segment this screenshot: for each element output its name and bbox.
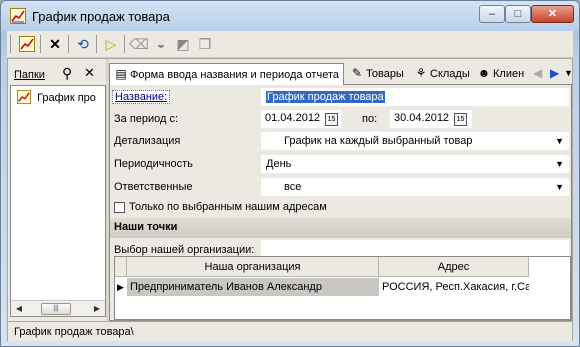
name-label: Название: — [112, 90, 171, 104]
toolbar-separator — [124, 35, 125, 53]
column-header[interactable]: Наша организация — [127, 257, 379, 277]
toolbar-separator — [40, 35, 41, 53]
chart-icon — [10, 8, 26, 24]
detail-label: Детализация — [114, 135, 181, 147]
detail-value: График на каждый выбранный товар — [284, 135, 473, 147]
tree-item[interactable]: График про — [17, 90, 96, 104]
own-addresses-checkbox[interactable] — [114, 202, 125, 213]
folders-tree: График про ◀ ||| ▶ — [10, 85, 106, 317]
tab-strip: ▤ Форма ввода названия и периода отчета ✎… — [109, 63, 573, 85]
table-cell[interactable]: Предприниматель Иванов Александр — [127, 278, 379, 296]
name-value: График продаж товара — [266, 91, 385, 103]
close-icon[interactable]: ✕ — [84, 65, 95, 81]
periodicity-value: День — [266, 158, 292, 170]
window-title: График продаж товара — [32, 9, 170, 24]
periodicity-label: Периодичность — [114, 158, 193, 170]
current-row-icon: ▶ — [117, 282, 124, 292]
row-indicator-header — [115, 257, 127, 277]
toolbar-grip — [10, 35, 11, 53]
scroll-left-icon[interactable]: ◀ — [13, 303, 25, 315]
chart-icon[interactable] — [17, 34, 37, 54]
horizontal-scrollbar[interactable]: ◀ ||| ▶ — [11, 300, 105, 316]
org-select-label: Выбор нашей организации: — [114, 244, 255, 256]
folders-label: Папки — [14, 69, 45, 81]
column-header[interactable]: Адрес — [379, 257, 529, 277]
tab-prev-icon[interactable]: ◀ — [533, 66, 542, 80]
app-window: График продаж товара – □ ✕ ✕ ⟲ ▷ ⌫ ◒ ◩ ❐… — [0, 0, 580, 347]
responsible-value: все — [284, 181, 302, 193]
folders-panel: Папки ⚲ ✕ График про ◀ ||| ▶ — [8, 59, 106, 321]
eraser-icon[interactable]: ⌫ — [129, 34, 149, 54]
copy-icon[interactable]: ❐ — [195, 34, 215, 54]
tab-label: Товары — [366, 68, 404, 80]
minimize-button[interactable]: – — [479, 5, 505, 23]
tree-item-label: График про — [37, 92, 96, 104]
detail-combo[interactable]: График на каждый выбранный товар ▼ — [261, 132, 569, 150]
title-bar[interactable]: График продаж товара – □ ✕ — [1, 1, 579, 31]
date-from-value: 01.04.2012 — [265, 112, 321, 124]
toolbar: ✕ ⟲ ▷ ⌫ ◒ ◩ ❐ — [7, 31, 573, 57]
warehouse-icon: ⚘ — [415, 66, 427, 80]
tab-label: Форма ввода названия и периода отчета — [130, 69, 339, 81]
name-field[interactable]: График продаж товара — [261, 88, 569, 106]
maximize-button[interactable]: □ — [505, 5, 531, 23]
refresh-icon[interactable]: ⟲ — [73, 34, 93, 54]
responsible-combo[interactable]: все ▼ — [261, 178, 569, 196]
delete-icon[interactable]: ✕ — [45, 34, 65, 54]
filter-icon[interactable]: ◒ — [151, 34, 171, 54]
binoculars-icon[interactable]: ⚲ — [62, 65, 72, 82]
folders-header: Папки ⚲ ✕ — [8, 63, 106, 85]
section-title: Наши точки — [114, 221, 178, 233]
section-header: Наши точки — [110, 218, 571, 238]
filter-off-icon[interactable]: ◩ — [173, 34, 193, 54]
status-text: График продаж товара\ — [14, 326, 134, 338]
chart-icon — [17, 90, 31, 104]
scroll-right-icon[interactable]: ▶ — [91, 303, 103, 315]
tab-warehouses[interactable]: ⚘ Склады — [410, 63, 474, 85]
toolbar-separator — [68, 35, 69, 53]
open-folder-icon[interactable]: ▷ — [101, 34, 121, 54]
status-bar: График продаж товара\ — [8, 321, 572, 341]
chart-icon: ▤ — [115, 67, 127, 81]
to-label: по: — [362, 113, 378, 125]
responsible-label: Ответственные — [114, 181, 193, 193]
tab-goods[interactable]: ✎ Товары — [346, 63, 408, 85]
grid-header: Наша организация Адрес — [115, 257, 570, 277]
own-addresses-label: Только по выбранным нашим адресам — [129, 201, 327, 213]
tab-label: Склады — [430, 68, 470, 80]
chevron-down-icon[interactable]: ▼ — [555, 159, 564, 169]
table-cell[interactable]: РОССИЯ, Респ.Хакасия, г.Са — [379, 278, 529, 296]
date-to-value: 30.04.2012 — [394, 112, 450, 124]
goods-icon: ✎ — [351, 66, 363, 80]
tab-clients[interactable]: ☻ Клиен — [473, 63, 528, 85]
table-row[interactable]: ▶ Предприниматель Иванов Александр РОССИ… — [115, 278, 570, 296]
tab-next-icon[interactable]: ▶ — [550, 66, 559, 80]
calendar-icon[interactable]: 15 — [454, 113, 467, 126]
periodicity-combo[interactable]: День ▼ — [261, 155, 569, 173]
toolbar-separator — [96, 35, 97, 53]
chevron-down-icon[interactable]: ▼ — [555, 182, 564, 192]
tab-report-form[interactable]: ▤ Форма ввода названия и периода отчета — [109, 63, 344, 85]
report-form-panel: Название: График продаж товара За период… — [109, 84, 572, 321]
chevron-down-icon[interactable]: ▼ — [555, 136, 564, 146]
period-label: За период с: — [114, 113, 179, 125]
tab-label: Клиен — [493, 68, 525, 80]
scroll-thumb[interactable]: ||| — [41, 303, 71, 315]
client-area: Папки ⚲ ✕ График про ◀ ||| ▶ ▤ Форма ввод… — [7, 58, 573, 341]
calendar-icon[interactable]: 15 — [325, 113, 338, 126]
tab-menu-icon[interactable]: ▼ — [564, 68, 573, 78]
organizations-grid: Наша организация Адрес ▶ Предприниматель… — [114, 256, 571, 320]
close-button[interactable]: ✕ — [531, 5, 574, 23]
clients-icon: ☻ — [477, 66, 491, 80]
